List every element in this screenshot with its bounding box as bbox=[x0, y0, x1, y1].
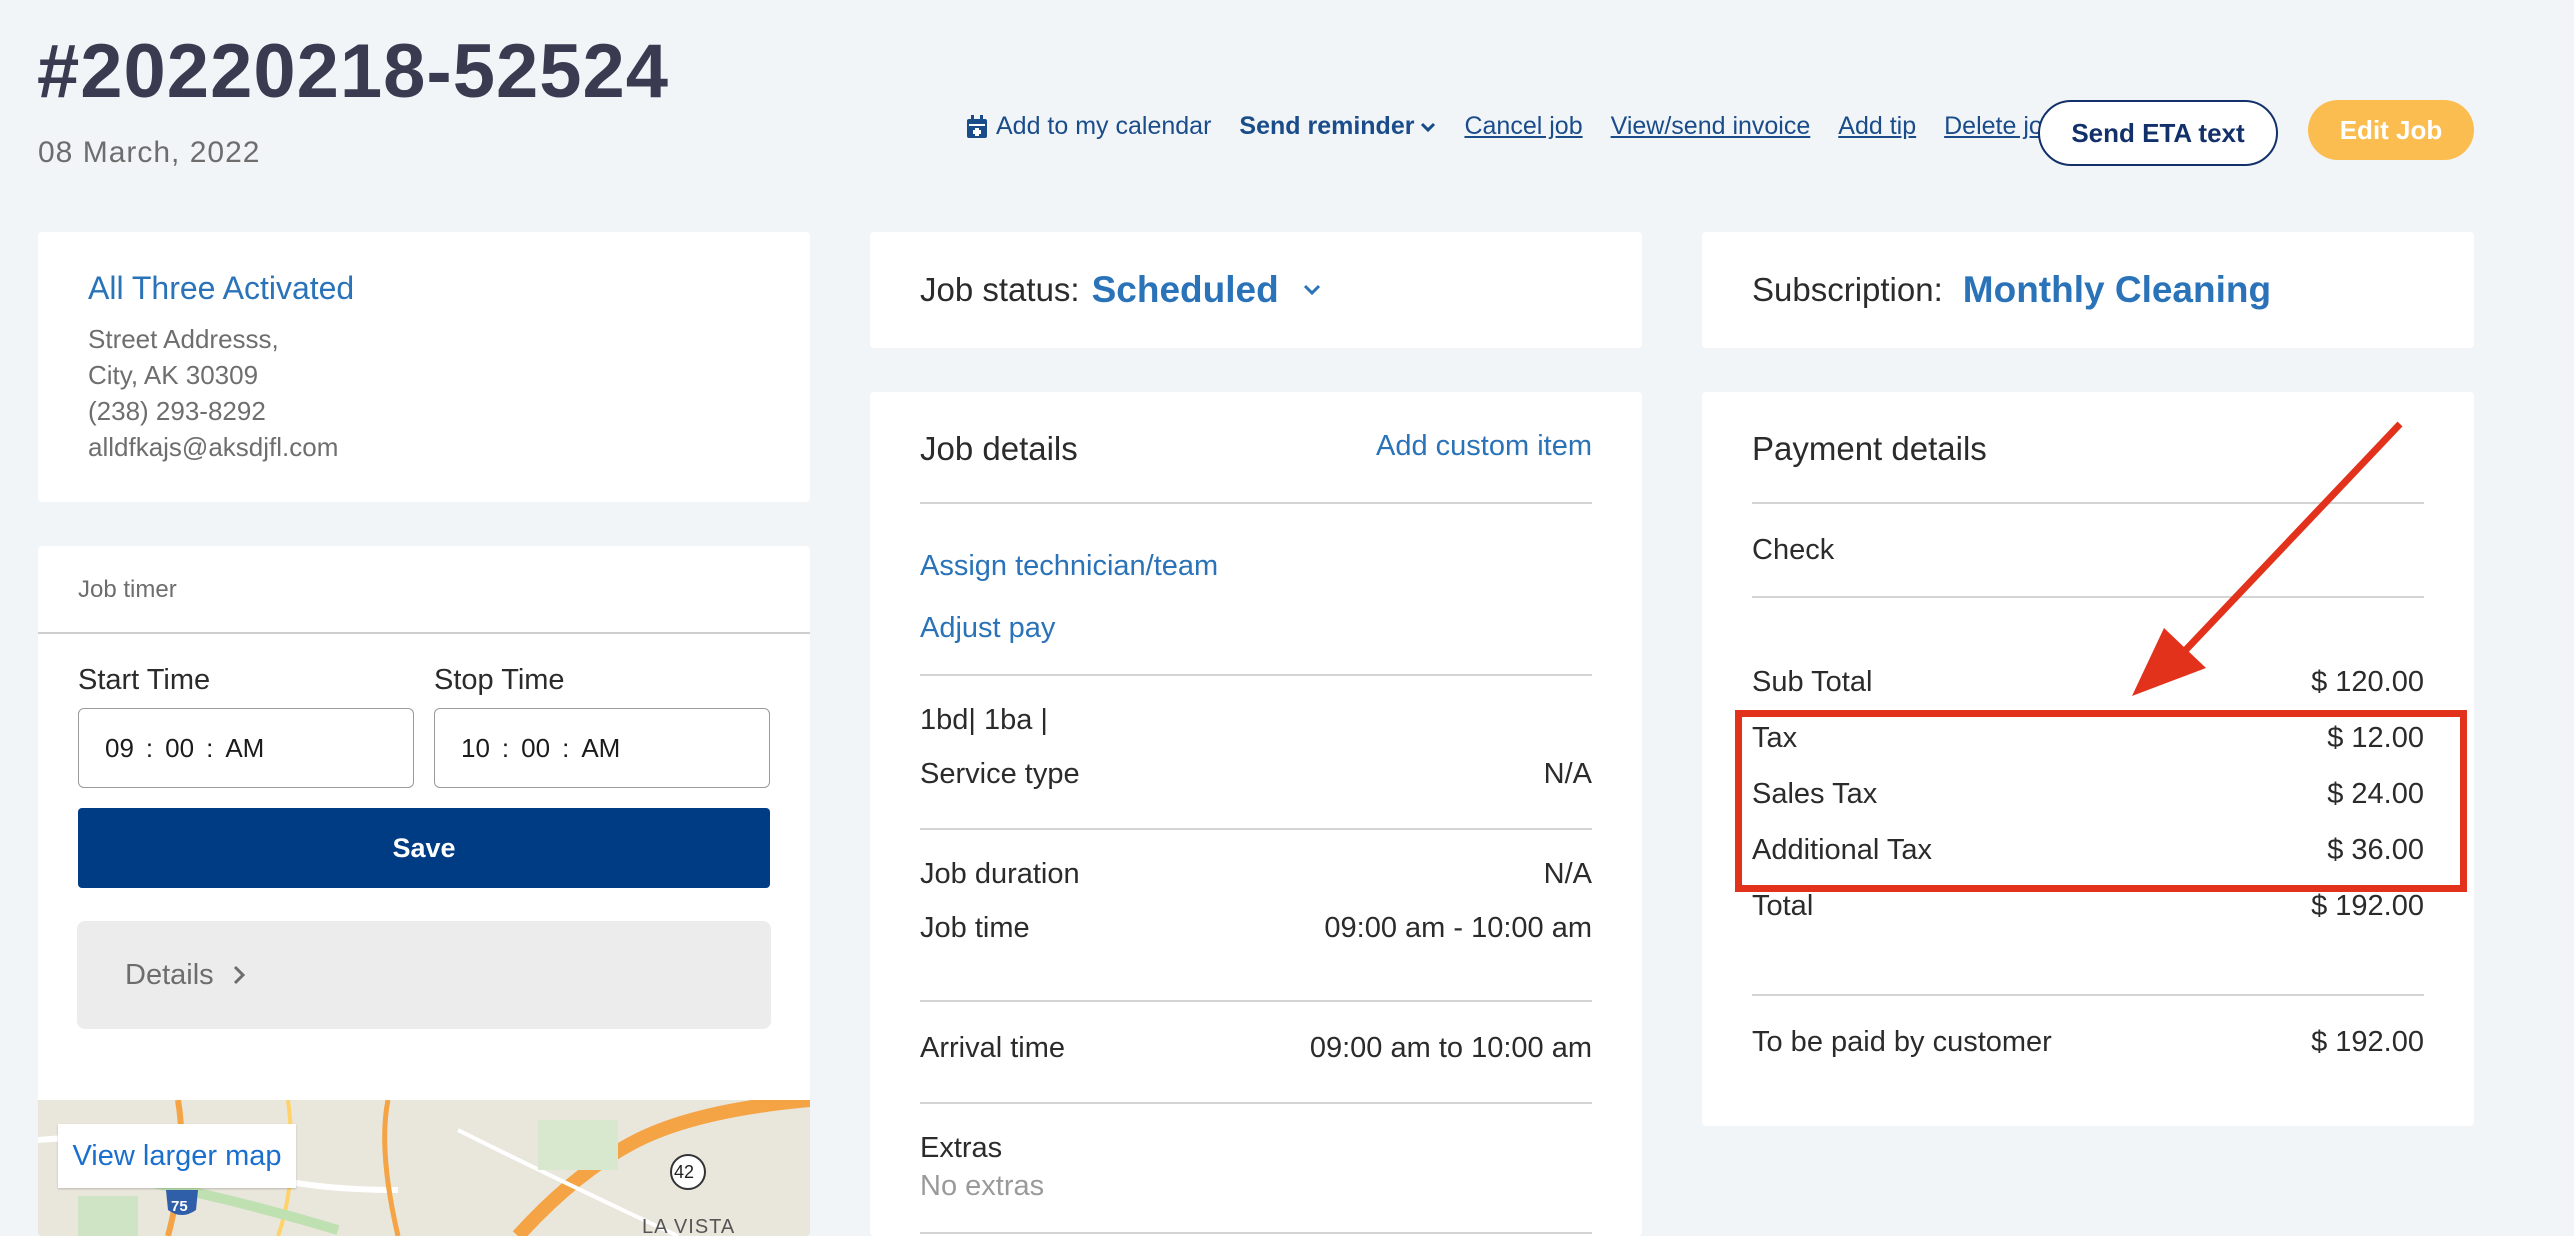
job-duration-row: Job duration N/A bbox=[920, 858, 1592, 891]
service-type-row: Service type N/A bbox=[920, 758, 1592, 791]
extras-label: Extras bbox=[920, 1132, 1003, 1164]
subscription-label: Subscription: bbox=[1752, 271, 1943, 308]
send-reminder-dropdown[interactable]: Send reminder bbox=[1239, 112, 1436, 141]
subscription-card: Subscription: Monthly Cleaning bbox=[1702, 232, 2474, 348]
divider bbox=[38, 632, 810, 634]
customer-card: All Three Activated Street Addresss, Cit… bbox=[38, 232, 810, 502]
job-number: #20220218-52524 bbox=[37, 29, 670, 114]
chevron-down-icon bbox=[1421, 122, 1436, 132]
job-details-title: Job details bbox=[920, 430, 1078, 467]
total-row: Total $ 192.00 bbox=[1752, 890, 2424, 923]
job-time-value: 09:00 am - 10:00 am bbox=[1324, 912, 1592, 944]
customer-email: alldfkajs@aksdjfl.com bbox=[88, 432, 339, 462]
send-reminder-label: Send reminder bbox=[1239, 112, 1415, 140]
send-eta-text-button[interactable]: Send ETA text bbox=[2038, 100, 2278, 166]
to-be-paid-label: To be paid by customer bbox=[1752, 1026, 2052, 1058]
rooms-summary: 1bd| 1ba | bbox=[920, 704, 1048, 736]
details-toggle[interactable]: Details bbox=[77, 921, 771, 1029]
tax-highlight-box bbox=[1735, 710, 2467, 892]
route-42-label: 42 bbox=[674, 1162, 695, 1182]
total-label: Total bbox=[1752, 890, 1814, 922]
arrival-time-row: Arrival time 09:00 am to 10:00 am bbox=[920, 1032, 1592, 1065]
customer-city: City, AK 30309 bbox=[88, 360, 259, 390]
divider bbox=[920, 502, 1592, 504]
start-hour[interactable]: 09 bbox=[105, 733, 134, 764]
payment-method-value: Check bbox=[1752, 534, 1835, 566]
job-actions-bar: Add to my calendar Send reminder Cancel … bbox=[966, 112, 2085, 141]
edit-job-button[interactable]: Edit Job bbox=[2308, 100, 2474, 160]
time-separator: : bbox=[501, 732, 510, 763]
customer-street: Street Addresss, bbox=[88, 324, 279, 354]
customer-name-link[interactable]: All Three Activated bbox=[88, 270, 354, 307]
start-ampm[interactable]: AM bbox=[225, 733, 264, 764]
adjust-pay-link[interactable]: Adjust pay bbox=[920, 612, 1055, 645]
stop-minute[interactable]: 00 bbox=[521, 733, 550, 764]
chevron-down-icon[interactable] bbox=[1303, 284, 1321, 296]
add-custom-item-link[interactable]: Add custom item bbox=[1376, 430, 1592, 463]
time-separator: : bbox=[206, 732, 214, 763]
map-embed[interactable]: 42 75 View larger map LA VISTA bbox=[38, 1100, 810, 1236]
divider bbox=[920, 1232, 1592, 1234]
job-status-label: Job status: bbox=[920, 271, 1080, 308]
job-duration-value: N/A bbox=[1543, 858, 1592, 890]
job-details-card: Job details Add custom item Assign techn… bbox=[870, 392, 1642, 1236]
time-separator: : bbox=[562, 732, 570, 763]
customer-phone: (238) 293-8292 bbox=[88, 396, 266, 426]
add-tip-link[interactable]: Add tip bbox=[1838, 112, 1916, 141]
job-time-label: Job time bbox=[920, 912, 1030, 944]
view-send-invoice-link[interactable]: View/send invoice bbox=[1611, 112, 1811, 141]
payment-details-title: Payment details bbox=[1752, 430, 1987, 467]
extras-value: No extras bbox=[920, 1170, 1045, 1202]
arrival-time-value: 09:00 am to 10:00 am bbox=[1309, 1032, 1592, 1064]
to-be-paid-value: $ 192.00 bbox=[2311, 1026, 2424, 1058]
subscription-value[interactable]: Monthly Cleaning bbox=[1963, 269, 2271, 311]
job-timer-title: Job timer bbox=[78, 576, 177, 603]
stop-time-input[interactable]: 10 : 00 : AM bbox=[434, 708, 770, 788]
divider bbox=[920, 1102, 1592, 1104]
stop-ampm[interactable]: AM bbox=[581, 733, 620, 764]
start-time-input[interactable]: 09 : 00 : AM bbox=[78, 708, 414, 788]
add-to-calendar-link[interactable]: Add to my calendar bbox=[966, 112, 1211, 141]
save-button[interactable]: Save bbox=[78, 808, 770, 888]
map-place-label: LA VISTA bbox=[642, 1216, 736, 1236]
details-label: Details bbox=[125, 958, 214, 991]
to-be-paid-row: To be paid by customer $ 192.00 bbox=[1752, 1026, 2424, 1059]
stop-time-label: Stop Time bbox=[434, 664, 565, 696]
view-larger-map-link[interactable]: View larger map bbox=[58, 1124, 296, 1188]
total-value: $ 192.00 bbox=[2311, 890, 2424, 922]
service-type-label: Service type bbox=[920, 758, 1080, 790]
divider bbox=[920, 828, 1592, 830]
stop-hour[interactable]: 10 bbox=[461, 733, 490, 764]
route-75-label: 75 bbox=[171, 1198, 188, 1215]
time-separator: : bbox=[145, 732, 154, 763]
job-date: 08 March, 2022 bbox=[38, 136, 261, 169]
assign-technician-link[interactable]: Assign technician/team bbox=[920, 550, 1218, 583]
service-type-value: N/A bbox=[1543, 758, 1592, 790]
subtotal-label: Sub Total bbox=[1752, 666, 1873, 698]
chevron-right-icon bbox=[233, 965, 245, 985]
cancel-job-link[interactable]: Cancel job bbox=[1464, 112, 1582, 141]
divider bbox=[1752, 994, 2424, 996]
divider bbox=[920, 674, 1592, 676]
job-status-value[interactable]: Scheduled bbox=[1092, 269, 1279, 311]
start-time-label: Start Time bbox=[78, 664, 211, 696]
divider bbox=[920, 1000, 1592, 1002]
add-to-calendar-label: Add to my calendar bbox=[996, 112, 1212, 140]
calendar-icon bbox=[967, 114, 987, 138]
arrival-time-label: Arrival time bbox=[920, 1032, 1066, 1064]
job-timer-card: Job timer Start Time Stop Time 09 : 00 :… bbox=[38, 546, 810, 1236]
job-time-row: Job time 09:00 am - 10:00 am bbox=[920, 912, 1592, 945]
job-status-card: Job status: Scheduled bbox=[870, 232, 1642, 348]
start-minute[interactable]: 00 bbox=[165, 733, 194, 764]
red-arrow-annotation bbox=[2132, 421, 2403, 696]
job-duration-label: Job duration bbox=[920, 858, 1080, 890]
